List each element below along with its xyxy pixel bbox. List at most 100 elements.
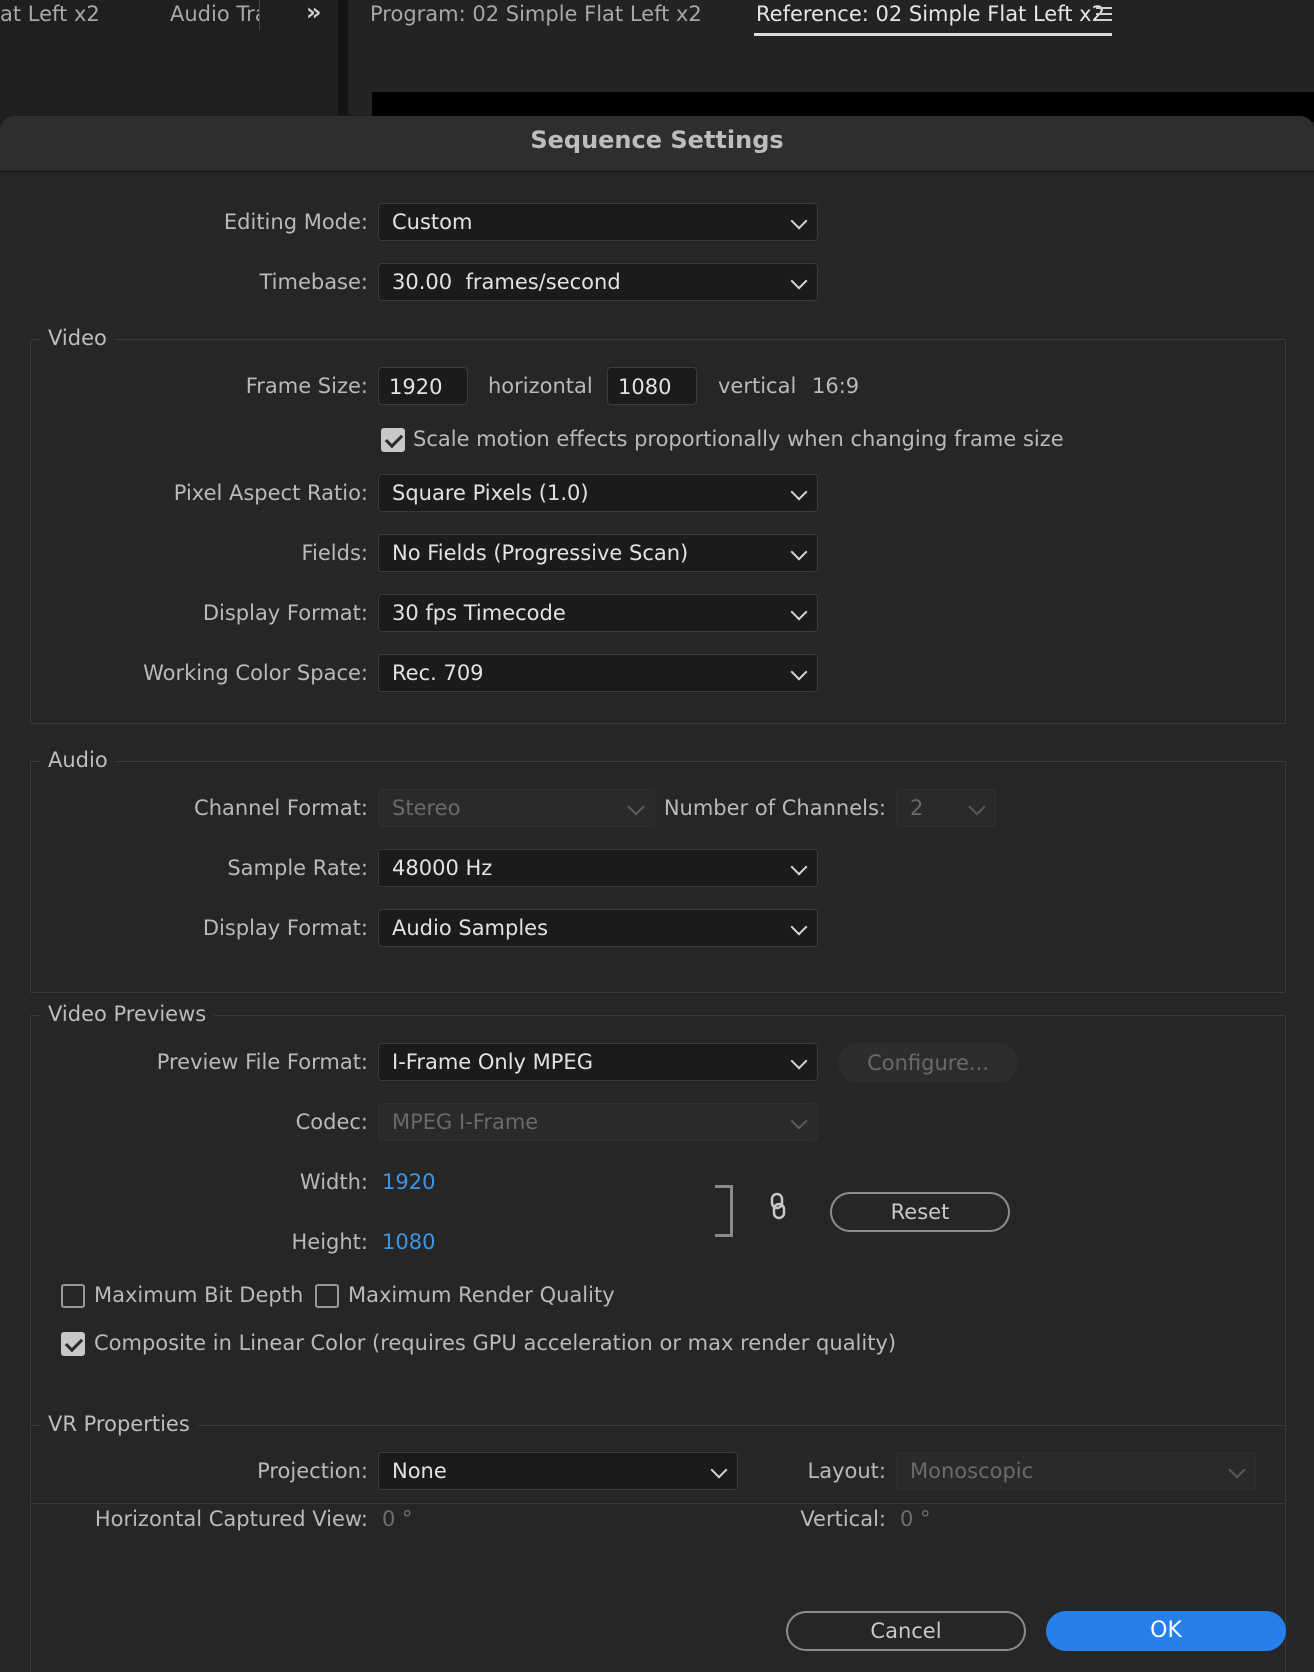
frame-height-input[interactable]: 1080 [607,367,697,405]
vr-properties-group-title: VR Properties [40,1409,198,1439]
preview-height-label: Height: [291,1230,369,1254]
channel-format-value: Stereo [392,796,461,820]
scale-motion-label: Scale motion effects proportionally when… [413,427,1064,451]
tab-audio-track-mixer[interactable]: Audio Tra [170,0,260,28]
dialog-titlebar[interactable]: Sequence Settings [0,116,1314,172]
max-render-quality-label: Maximum Render Quality [348,1283,615,1307]
chevron-down-icon [790,858,808,876]
chevron-down-icon [968,798,986,816]
codec-label: Codec: [295,1110,368,1134]
layout-label: Layout: [807,1459,886,1483]
horizontal-captured-view-value: 0 ° [382,1507,413,1531]
video-display-format-value: 30 fps Timecode [392,601,566,625]
max-bit-depth-checkbox[interactable] [61,1284,85,1308]
tab-program-monitor[interactable]: Program: 02 Simple Flat Left x2 [370,0,702,28]
audio-group-title: Audio [40,745,116,775]
preview-file-format-select[interactable]: I-Frame Only MPEG [378,1043,818,1081]
ok-button[interactable]: OK [1046,1611,1286,1651]
editing-mode-value: Custom [392,210,473,234]
tab-sequence[interactable]: at Left x2 [0,0,100,28]
vertical-label: vertical [718,374,797,398]
projection-select[interactable]: None [378,1452,738,1490]
chevron-down-icon [1228,1461,1246,1479]
layout-select: Monoscopic [896,1452,1256,1490]
video-previews-group-title: Video Previews [40,999,215,1029]
chevron-down-icon [627,798,645,816]
panel-tab-bar: at Left x2 Audio Tra » Program: 02 Simpl… [0,0,1314,122]
sample-rate-select[interactable]: 48000 Hz [378,849,818,887]
cancel-button[interactable]: Cancel [786,1611,1026,1651]
pixel-aspect-label: Pixel Aspect Ratio: [173,481,368,505]
color-space-value: Rec. 709 [392,661,484,685]
chevron-down-icon [790,1052,808,1070]
composite-linear-checkbox[interactable] [61,1332,85,1356]
link-bracket [715,1185,733,1237]
vertical-view-label: Vertical: [800,1507,886,1531]
reset-button[interactable]: Reset [830,1192,1010,1232]
chevron-down-icon [790,603,808,621]
projection-value: None [392,1459,447,1483]
chevron-down-icon [790,663,808,681]
timebase-value: 30.00 frames/second [392,270,621,294]
color-space-select[interactable]: Rec. 709 [378,654,818,692]
pixel-aspect-select[interactable]: Square Pixels (1.0) [378,474,818,512]
audio-display-format-value: Audio Samples [392,916,549,940]
preview-width-label: Width: [299,1170,368,1194]
double-chevron-right-icon[interactable]: » [306,0,322,26]
aspect-ratio-text: 16:9 [812,374,860,398]
tab-reference-monitor[interactable]: Reference: 02 Simple Flat Left x2 [756,0,1105,28]
max-bit-depth-label: Maximum Bit Depth [94,1283,304,1307]
chevron-down-icon [790,918,808,936]
chain-link-icon[interactable] [768,1192,788,1222]
chevron-down-icon [790,1112,808,1130]
preview-file-format-value: I-Frame Only MPEG [392,1050,593,1074]
frame-width-input[interactable]: 1920 [378,367,468,405]
fields-label: Fields: [301,541,369,565]
fields-select[interactable]: No Fields (Progressive Scan) [378,534,818,572]
sample-rate-label: Sample Rate: [227,856,368,880]
number-of-channels-label: Number of Channels: [663,796,886,820]
pixel-aspect-value: Square Pixels (1.0) [392,481,589,505]
composite-linear-label: Composite in Linear Color (requires GPU … [94,1331,897,1355]
dialog-title: Sequence Settings [530,126,784,154]
video-display-format-label: Display Format: [202,601,368,625]
max-render-quality-checkbox[interactable] [315,1284,339,1308]
tab-divider [259,0,260,30]
active-tab-underline [754,33,1112,36]
video-display-format-select[interactable]: 30 fps Timecode [378,594,818,632]
chevron-down-icon [790,212,808,230]
sequence-settings-dialog: Sequence Settings Editing Mode: Custom T… [0,116,1314,1672]
audio-display-format-label: Display Format: [202,916,368,940]
horizontal-captured-view-label: Horizontal Captured View: [94,1507,368,1531]
chevron-down-icon [710,1461,728,1479]
audio-display-format-select[interactable]: Audio Samples [378,909,818,947]
configure-button: Configure... [838,1043,1018,1083]
chevron-down-icon [790,543,808,561]
preview-height-value[interactable]: 1080 [382,1227,435,1257]
chevron-down-icon [790,483,808,501]
chevron-down-icon [790,272,808,290]
video-group-title: Video [40,323,115,353]
channel-format-select: Stereo [378,789,655,827]
channel-format-label: Channel Format: [194,796,368,820]
sample-rate-value: 48000 Hz [392,856,493,880]
scale-motion-checkbox[interactable] [381,428,405,452]
number-of-channels-select: 2 [896,789,996,827]
editing-mode-select[interactable]: Custom [378,203,818,241]
preview-file-format-label: Preview File Format: [156,1050,368,1074]
horizontal-label: horizontal [488,374,593,398]
timebase-label: Timebase: [259,270,368,294]
layout-value: Monoscopic [910,1459,1034,1483]
timebase-select[interactable]: 30.00 frames/second [378,263,818,301]
codec-value: MPEG I-Frame [392,1110,539,1134]
hamburger-menu-icon[interactable] [1096,7,1112,21]
preview-width-value[interactable]: 1920 [382,1167,435,1197]
fields-value: No Fields (Progressive Scan) [392,541,689,565]
number-of-channels-value: 2 [910,796,924,820]
panel-separator[interactable] [338,0,348,115]
codec-select: MPEG I-Frame [378,1103,818,1141]
editing-mode-label: Editing Mode: [223,210,368,234]
frame-size-label: Frame Size: [245,374,368,398]
color-space-label: Working Color Space: [143,661,368,685]
projection-label: Projection: [257,1459,368,1483]
